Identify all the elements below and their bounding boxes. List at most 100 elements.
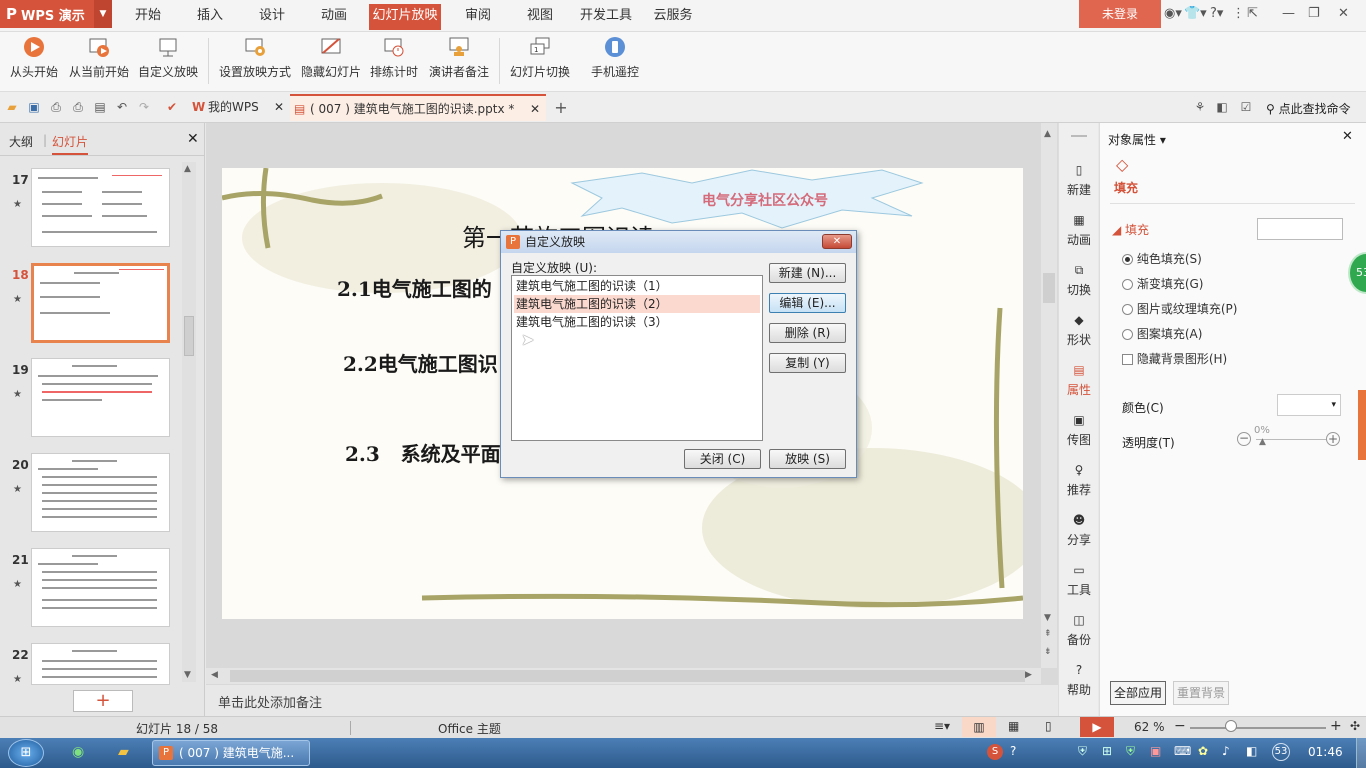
help-icon[interactable]: ?▾ (1210, 6, 1223, 21)
tab-fill[interactable]: 填充 (1114, 179, 1138, 196)
app-menu-button[interactable]: P WPS 演示 ▼ (0, 0, 112, 28)
scroll-down-icon[interactable]: ▼ (184, 670, 191, 680)
from-start-button[interactable]: 从头开始 (6, 32, 62, 90)
pane-properties[interactable]: ▤ 属性 (1059, 363, 1099, 398)
vertical-scrollbar[interactable]: ▲ ▼ ⇞ ⇟ (1041, 123, 1057, 668)
play-slideshow-button[interactable]: ▶ (1080, 717, 1114, 737)
pattern-fill-option[interactable]: 图案填充(A) (1122, 325, 1202, 342)
doc-check-icon[interactable]: ☑ (1238, 100, 1254, 116)
add-slide-button[interactable]: + (73, 690, 133, 712)
tab-slideshow[interactable]: 幻灯片放映 (369, 4, 441, 30)
format-painter-icon[interactable]: ▤ (92, 100, 108, 116)
show-desktop-button[interactable] (1356, 738, 1366, 768)
close-tab-icon[interactable]: ✕ (530, 96, 540, 123)
customize-toolbar-icon[interactable]: ✔ (164, 100, 180, 116)
close-tab-icon[interactable]: ✕ (274, 94, 284, 121)
decrease-icon[interactable]: − (1237, 432, 1251, 446)
thumbnail-scrollbar[interactable] (182, 162, 196, 682)
broom-icon[interactable]: ⚘ (1192, 100, 1208, 116)
slider-handle[interactable]: ▲ (1259, 437, 1266, 447)
restore-layout-icon[interactable]: ⇱ (1247, 6, 1258, 21)
pane-share[interactable]: ☻ 分享 (1059, 513, 1099, 548)
reading-view-icon[interactable]: ▯ (1045, 719, 1052, 733)
picture-fill-option[interactable]: 图片或纹理填充(P) (1122, 300, 1237, 317)
network-icon[interactable]: ⊞ (1102, 744, 1112, 758)
reset-background-button[interactable]: 重置背景 (1173, 681, 1229, 705)
transparency-slider[interactable] (1256, 439, 1326, 440)
radio[interactable] (1122, 329, 1133, 340)
zoom-out-icon[interactable]: − (1174, 718, 1186, 734)
tray-app-icon[interactable]: ▣ (1150, 744, 1161, 758)
save-icon[interactable]: ▣ (26, 100, 42, 116)
scrollbar-thumb[interactable] (1043, 273, 1055, 303)
tab-animation[interactable]: 动画 (312, 6, 356, 28)
clock[interactable]: 01:46 (1308, 745, 1343, 759)
close-button[interactable]: 关闭 (C) (684, 449, 761, 469)
slide-thumbnail-17[interactable] (31, 168, 170, 247)
undo-icon[interactable]: ↶ (114, 100, 130, 116)
slide-thumbnail-22[interactable] (31, 643, 170, 685)
show-button[interactable]: 放映 (S) (769, 449, 846, 469)
phone-remote-button[interactable]: 手机遥控 (586, 32, 644, 90)
scrollbar-thumb[interactable] (230, 670, 1025, 682)
next-slide-icon[interactable]: ⇟ (1044, 647, 1052, 657)
pane-new[interactable]: ▯ 新建 (1059, 163, 1099, 198)
browser-icon[interactable]: ◉ (72, 744, 84, 760)
skin-icon[interactable]: ◉▾ (1164, 6, 1182, 21)
close-icon[interactable]: ✕ (1342, 129, 1353, 144)
more-icon[interactable]: ⋮ (1232, 6, 1245, 21)
print-preview-icon[interactable]: ⎙ (48, 100, 64, 116)
tab-slides[interactable]: 幻灯片 (52, 133, 89, 155)
from-current-button[interactable]: 从当前开始 (66, 32, 132, 90)
sorter-view-icon[interactable]: ▦ (1008, 719, 1019, 733)
tab-document[interactable]: ▤ ( 007 ) 建筑电气施工图的识读.pptx * ✕ (290, 94, 546, 121)
new-button[interactable]: 新建 (N)... (769, 263, 846, 283)
close-icon[interactable]: ✕ (1338, 6, 1349, 21)
normal-view-button[interactable]: ▥ (962, 717, 996, 737)
list-item[interactable]: 建筑电气施工图的识读（2） (514, 295, 760, 313)
pane-animation[interactable]: ▦ 动画 (1059, 213, 1099, 248)
help-icon[interactable]: ? (1010, 744, 1016, 758)
open-folder-icon[interactable]: ▰ (4, 100, 20, 116)
edit-button[interactable]: 编辑 (E)... (769, 293, 846, 313)
pane-recommend[interactable]: ♀ 推荐 (1059, 463, 1099, 498)
keyboard-icon[interactable]: ⌨ (1174, 744, 1191, 758)
redo-icon[interactable]: ↷ (136, 100, 152, 116)
slide-thumbnail-20[interactable] (31, 453, 170, 532)
chevron-down-icon[interactable]: ▼ (94, 0, 112, 28)
tray-app-icon[interactable]: ◧ (1246, 744, 1257, 758)
tab-home[interactable]: 开始 (126, 6, 170, 28)
apply-all-button[interactable]: 全部应用 (1110, 681, 1166, 705)
panel-title[interactable]: 对象属性 ▾ (1108, 131, 1166, 148)
sogou-ime-icon[interactable]: S (987, 744, 1003, 760)
security-icon[interactable]: ⛨ (1126, 744, 1135, 759)
radio[interactable] (1122, 279, 1133, 290)
presenter-notes-button[interactable]: 演讲者备注 (426, 32, 492, 90)
search-command[interactable]: ⚲ 点此查找命令 (1266, 100, 1351, 117)
maximize-icon[interactable]: ❐ (1308, 6, 1320, 21)
tab-review[interactable]: 审阅 (456, 6, 500, 28)
tab-cloud[interactable]: 云服务 (650, 6, 696, 28)
pane-shape[interactable]: ◆ 形状 (1059, 313, 1099, 348)
pane-transition[interactable]: ⧉ 切换 (1059, 263, 1099, 298)
tab-design[interactable]: 设计 (250, 6, 294, 28)
slide-thumbnail-18[interactable] (31, 263, 170, 343)
side-tab[interactable] (1358, 390, 1366, 460)
new-tab-icon[interactable]: + (553, 98, 569, 117)
slide-thumbnail-19[interactable] (31, 358, 170, 437)
tab-my-wps[interactable]: W 我的WPS ✕ (188, 94, 288, 121)
list-item[interactable]: 建筑电气施工图的识读（1） (514, 277, 760, 295)
horizontal-scrollbar[interactable]: ◀ ▶ (206, 668, 1041, 684)
close-panel-icon[interactable]: ✕ (187, 131, 199, 147)
dialog-close-button[interactable]: ✕ (822, 234, 852, 249)
slide-transition-button[interactable]: 1 幻灯片切换 (506, 32, 574, 90)
folder-icon[interactable]: ▰ (118, 744, 129, 760)
tray-app-icon[interactable]: ✿ (1198, 744, 1208, 758)
notes-toggle-icon[interactable]: ≡▾ (934, 719, 950, 733)
pane-backup[interactable]: ◫ 备份 (1059, 613, 1099, 648)
custom-show-button[interactable]: 自定义放映 (136, 32, 200, 90)
tab-insert[interactable]: 插入 (188, 6, 232, 28)
color-dropdown[interactable]: ▾ (1277, 394, 1341, 416)
taskbar-wps-window[interactable]: P ( 007 ) 建筑电气施... (152, 740, 310, 766)
tab-outline[interactable]: 大纲 (9, 133, 33, 150)
